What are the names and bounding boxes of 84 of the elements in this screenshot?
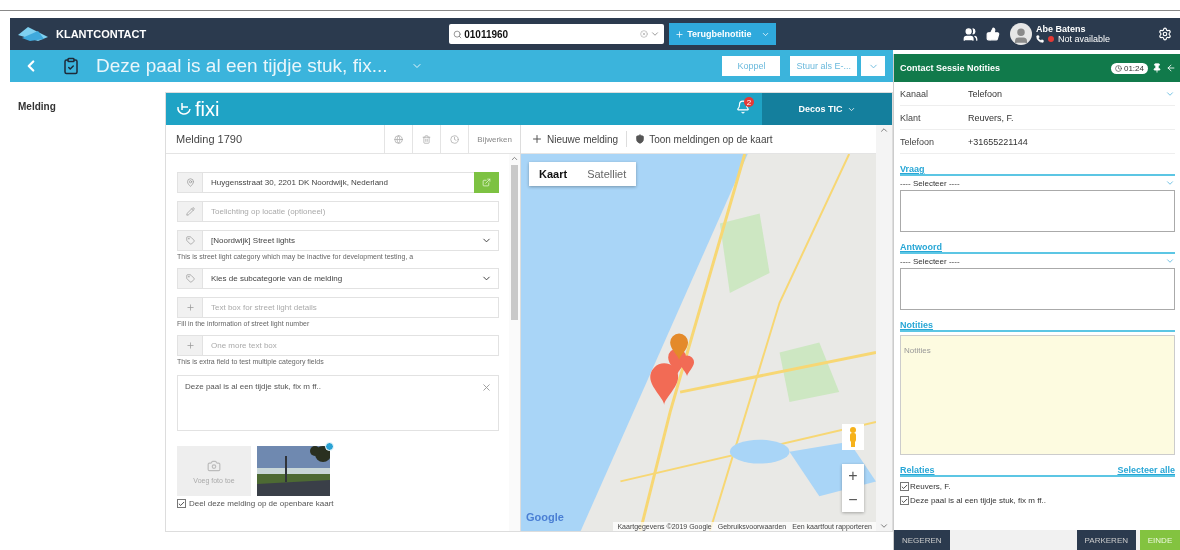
clock-icon — [1114, 64, 1122, 72]
checkbox[interactable] — [900, 482, 909, 491]
zoom-out-button[interactable]: − — [842, 488, 864, 512]
chevron-up-icon — [879, 125, 889, 135]
scrollbar[interactable] — [509, 154, 520, 531]
checkbox[interactable] — [900, 496, 909, 505]
tag-icon — [185, 274, 195, 283]
chevron-up-icon — [510, 154, 519, 163]
address-field[interactable]: Huygensstraat 30, 2201 DK Noordwijk, Nederland — [177, 172, 499, 193]
ignore-button[interactable]: NEGEREN — [894, 530, 950, 550]
chevron-down-icon — [1165, 178, 1175, 188]
plus-icon — [185, 303, 195, 312]
bell-icon[interactable] — [736, 100, 750, 114]
map-type-tab[interactable]: Kaart — [529, 162, 578, 186]
show-on-map-button[interactable]: Toon meldingen op de kaart — [635, 133, 773, 145]
user-status: Not available — [1058, 34, 1111, 44]
search-field[interactable]: 01011960 — [449, 24, 665, 44]
people-icon[interactable] — [963, 26, 978, 42]
clear-icon — [640, 30, 649, 38]
relation-label: Reuvers, F. — [910, 482, 951, 491]
map-logo: Google — [526, 511, 564, 523]
section-heading: Antwoord — [900, 242, 942, 252]
section-heading: Vraag — [900, 164, 925, 174]
detail-row: Klant Reuvers, F. — [900, 106, 1175, 130]
fixi-logo: fixi — [195, 97, 220, 121]
report-title: Melding 1790 — [175, 133, 244, 145]
pegman-icon[interactable] — [842, 424, 864, 450]
app-title: KLANTCONTACT — [56, 28, 147, 40]
page-title: Deze paal is al een tijdje stuk, fix... — [96, 55, 388, 77]
plus-icon — [185, 341, 195, 350]
select-field[interactable]: [Noordwijk] Street lights — [177, 230, 499, 251]
open-button[interactable] — [474, 172, 499, 193]
pencil-icon — [185, 207, 195, 216]
chevron-down-icon — [650, 29, 661, 39]
arrow-left-icon[interactable] — [1166, 63, 1176, 73]
photo-badge — [325, 442, 334, 451]
notification-badge: 2 — [744, 97, 754, 107]
avatar — [1010, 23, 1032, 45]
dropdown-button[interactable] — [861, 56, 885, 76]
settings-icon[interactable] — [1158, 27, 1172, 41]
chevron-down-icon — [879, 521, 889, 531]
description-field[interactable]: Deze paal is al een tijdje stuk, fix m ff.. — [177, 375, 499, 431]
search-icon — [453, 29, 463, 39]
shield-icon — [635, 134, 646, 144]
channel-select[interactable]: Kanaal Telefoon — [900, 82, 1175, 106]
close-icon[interactable] — [481, 382, 492, 393]
external-link-icon — [482, 178, 491, 187]
camera-icon — [207, 458, 221, 473]
organization-menu[interactable]: Decos TIC — [762, 93, 892, 125]
sidebar-label: Melding — [18, 101, 56, 112]
trash-icon — [422, 134, 432, 144]
plus-icon — [675, 29, 685, 39]
detail-row: Telefoon +31655221144 — [900, 130, 1175, 154]
select-field[interactable]: Kies de subcategorie van de melding — [177, 268, 499, 289]
tag-icon — [185, 236, 195, 245]
map-type-tab[interactable]: Satelliet — [577, 162, 637, 186]
pin-icon[interactable] — [1152, 63, 1162, 73]
clock-icon — [450, 134, 460, 144]
scroll-thumb[interactable] — [511, 165, 518, 320]
check-icon — [178, 499, 185, 508]
chevron-down-icon — [1165, 256, 1175, 266]
select-field[interactable]: ---- Selecteer ---- — [900, 254, 1175, 268]
text-area[interactable] — [900, 190, 1175, 232]
clipboard-icon — [62, 57, 80, 75]
checkbox[interactable] — [177, 499, 186, 508]
pin-icon — [185, 178, 195, 187]
logo-icon — [18, 27, 48, 41]
share-label: Deel deze melding op de openbare kaart — [189, 499, 334, 508]
park-button[interactable]: PARKEREN — [1076, 530, 1136, 550]
section-heading: Relaties — [900, 465, 935, 475]
section-heading: Notities — [900, 320, 933, 330]
phone-icon — [1036, 35, 1044, 43]
globe-icon — [394, 134, 404, 144]
text-area[interactable] — [900, 268, 1175, 310]
new-report-button[interactable]: Nieuwe melding — [531, 133, 619, 145]
session-timer: 01:24 — [1110, 62, 1148, 74]
scrollbar[interactable] — [876, 125, 892, 531]
zoom-in-button[interactable]: + — [842, 464, 864, 488]
relation-label: Deze paal is al een tijdje stuk, fix m ff.. — [910, 496, 1046, 505]
plus-icon — [531, 133, 543, 145]
user-name: Abe Batens — [1036, 24, 1087, 34]
thumbs-up-icon[interactable] — [986, 27, 1000, 41]
session-title: Contact Sessie Notities — [900, 63, 1002, 73]
select-field[interactable]: ---- Selecteer ---- — [900, 176, 1175, 190]
